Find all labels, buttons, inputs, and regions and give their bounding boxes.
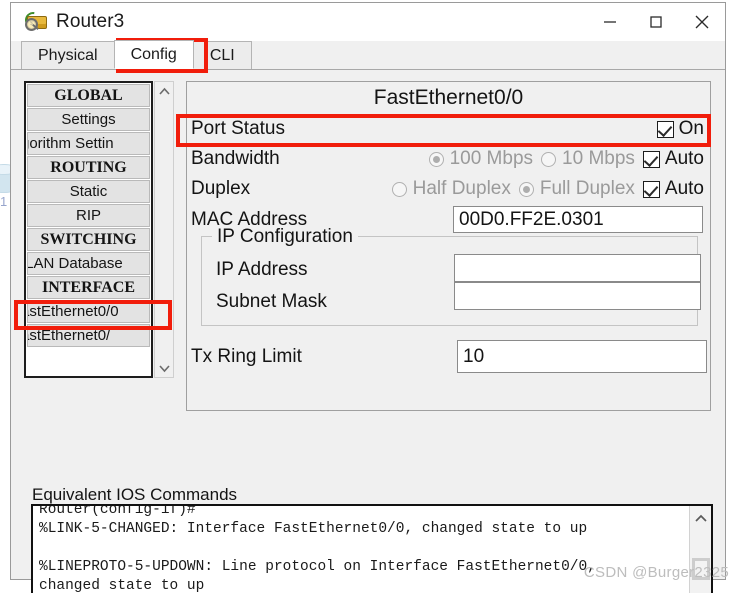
sidebar-item-switching: SWITCHING — [27, 228, 150, 251]
bandwidth-100mbps-radio[interactable] — [428, 151, 444, 167]
bandwidth-10mbps-label: 10 Mbps — [562, 148, 635, 169]
port-status-checkbox[interactable] — [656, 120, 674, 138]
sidebar-item-global: GLOBAL — [27, 84, 150, 107]
config-body: GLOBAL Settings gorithm Settin ROUTING S… — [11, 70, 725, 593]
screen: 1 $ Router3 — [0, 0, 737, 593]
window-title: Router3 — [56, 11, 125, 32]
maximize-button[interactable] — [633, 3, 679, 41]
chevron-up-icon[interactable] — [155, 82, 173, 100]
mac-address-input[interactable]: 00D0.FF2E.0301 — [453, 206, 703, 233]
duplex-auto-label: Auto — [664, 178, 704, 199]
bandwidth-row: Bandwidth 100 Mbps 10 Mbps Auto — [187, 144, 710, 174]
tx-ring-limit-label: Tx Ring Limit — [191, 346, 302, 367]
ip-address-label: IP Address — [216, 259, 308, 280]
ip-address-input[interactable] — [454, 254, 701, 282]
duplex-half-label: Half Duplex — [412, 178, 511, 199]
port-status-checkbox-label: On — [678, 118, 704, 139]
duplex-full-radio[interactable] — [518, 181, 534, 197]
bandwidth-100mbps-label: 100 Mbps — [449, 148, 534, 169]
tx-ring-limit-row: Tx Ring Limit 10 — [191, 340, 707, 374]
ios-commands-label: Equivalent IOS Commands — [32, 485, 238, 504]
duplex-label: Duplex — [191, 178, 251, 199]
close-button[interactable] — [679, 3, 725, 41]
sidebar-item-settings[interactable]: Settings — [27, 108, 150, 131]
bandwidth-auto-label: Auto — [664, 148, 704, 169]
tab-physical[interactable]: Physical — [21, 41, 115, 69]
router-icon: $ — [21, 8, 48, 33]
port-status-label: Port Status — [191, 118, 285, 139]
sidebar-item-interface: INTERFACE — [27, 276, 150, 299]
config-tree-scrollbar[interactable] — [154, 81, 174, 378]
sidebar-item-vlan-database[interactable]: /LAN Database — [27, 252, 150, 275]
bandwidth-auto-checkbox[interactable] — [642, 150, 660, 168]
duplex-half-radio[interactable] — [391, 181, 407, 197]
interface-panel: FastEthernet0/0 Port Status On Bandwidth… — [186, 81, 711, 411]
sidebar-item-fastethernet0-0[interactable]: astEthernet0/0 — [27, 300, 150, 323]
title-bar: $ Router3 — [11, 3, 725, 41]
bandwidth-label: Bandwidth — [191, 148, 280, 169]
subnet-mask-input[interactable] — [454, 282, 701, 310]
bandwidth-10mbps-radio[interactable] — [541, 151, 557, 167]
tab-cli[interactable]: CLI — [192, 41, 252, 69]
watermark: CSDN @Burger2325 — [583, 564, 729, 581]
interface-title: FastEthernet0/0 — [373, 86, 524, 109]
sidebar-item-rip[interactable]: RIP — [27, 204, 150, 227]
config-tree: GLOBAL Settings gorithm Settin ROUTING S… — [24, 81, 153, 378]
tab-bar: Physical Config CLI — [11, 40, 725, 70]
sidebar-item-routing: ROUTING — [27, 156, 150, 179]
duplex-row: Duplex Half Duplex Full Duplex Auto — [187, 174, 710, 204]
window-controls — [587, 3, 725, 41]
duplex-auto-checkbox[interactable] — [642, 180, 660, 198]
chevron-down-icon[interactable] — [155, 359, 173, 377]
ip-configuration-title: IP Configuration — [212, 226, 358, 248]
chevron-up-icon[interactable] — [690, 508, 711, 528]
minimize-button[interactable] — [587, 3, 633, 41]
ip-configuration-group: IP Configuration IP Address Subnet Mask — [201, 226, 701, 326]
router-config-window: $ Router3 Physical Config CLI — [10, 2, 726, 593]
tx-ring-limit-input[interactable]: 10 — [457, 340, 707, 373]
subnet-mask-label: Subnet Mask — [216, 291, 327, 312]
duplex-full-label: Full Duplex — [539, 178, 635, 199]
tab-config[interactable]: Config — [113, 40, 194, 69]
port-status-row: Port Status On — [187, 114, 710, 144]
sidebar-item-static[interactable]: Static — [27, 180, 150, 203]
sidebar-item-fastethernet0-1[interactable]: astEthernet0/ — [27, 324, 150, 347]
sidebar-item-algorithm-settings[interactable]: gorithm Settin — [27, 132, 150, 155]
background-label-1: 1 — [0, 194, 8, 209]
